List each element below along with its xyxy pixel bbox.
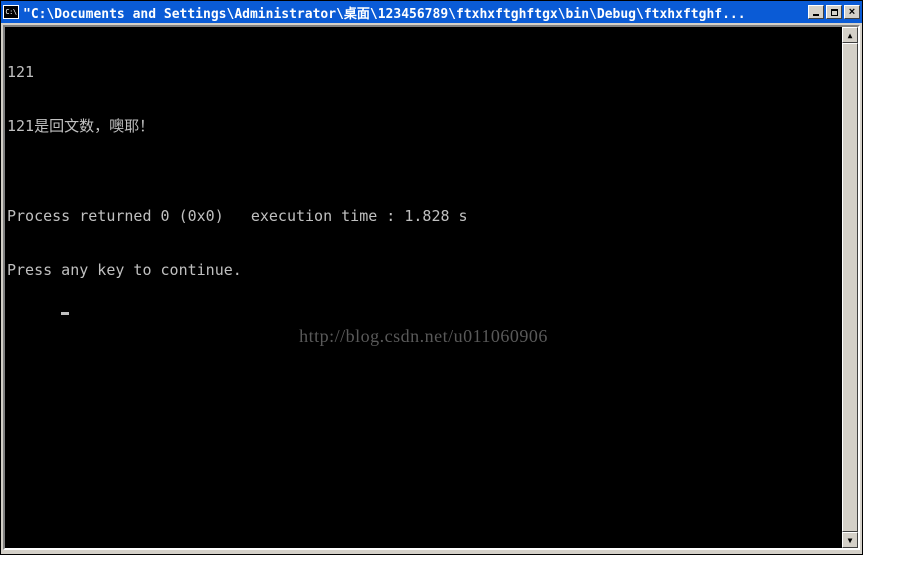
- text-cursor: [61, 312, 69, 315]
- scroll-track[interactable]: [842, 43, 858, 532]
- watermark-text: http://blog.csdn.net/u011060906: [299, 327, 548, 345]
- client-area: 121 121是回文数，噢耶！ Process returned 0 (0x0)…: [3, 25, 860, 550]
- output-line: 121是回文数，噢耶！: [5, 117, 842, 135]
- scroll-up-button[interactable]: ▲: [842, 27, 858, 43]
- scroll-thumb[interactable]: [842, 43, 858, 532]
- output-line: 121: [5, 63, 842, 81]
- console-window: C:\ "C:\Documents and Settings\Administr…: [0, 0, 863, 555]
- minimize-button[interactable]: [808, 5, 824, 19]
- scroll-down-button[interactable]: ▼: [842, 532, 858, 548]
- window-title: "C:\Documents and Settings\Administrator…: [23, 3, 808, 22]
- titlebar[interactable]: C:\ "C:\Documents and Settings\Administr…: [1, 1, 862, 23]
- console-output[interactable]: 121 121是回文数，噢耶！ Process returned 0 (0x0)…: [5, 27, 842, 548]
- output-line: Process returned 0 (0x0) execution time …: [5, 207, 842, 225]
- vertical-scrollbar[interactable]: ▲ ▼: [842, 27, 858, 548]
- output-line: Press any key to continue.: [5, 261, 842, 279]
- cmd-icon: C:\: [3, 5, 19, 19]
- close-button[interactable]: ×: [844, 5, 860, 19]
- window-controls: ×: [808, 5, 860, 19]
- maximize-button[interactable]: [826, 5, 842, 19]
